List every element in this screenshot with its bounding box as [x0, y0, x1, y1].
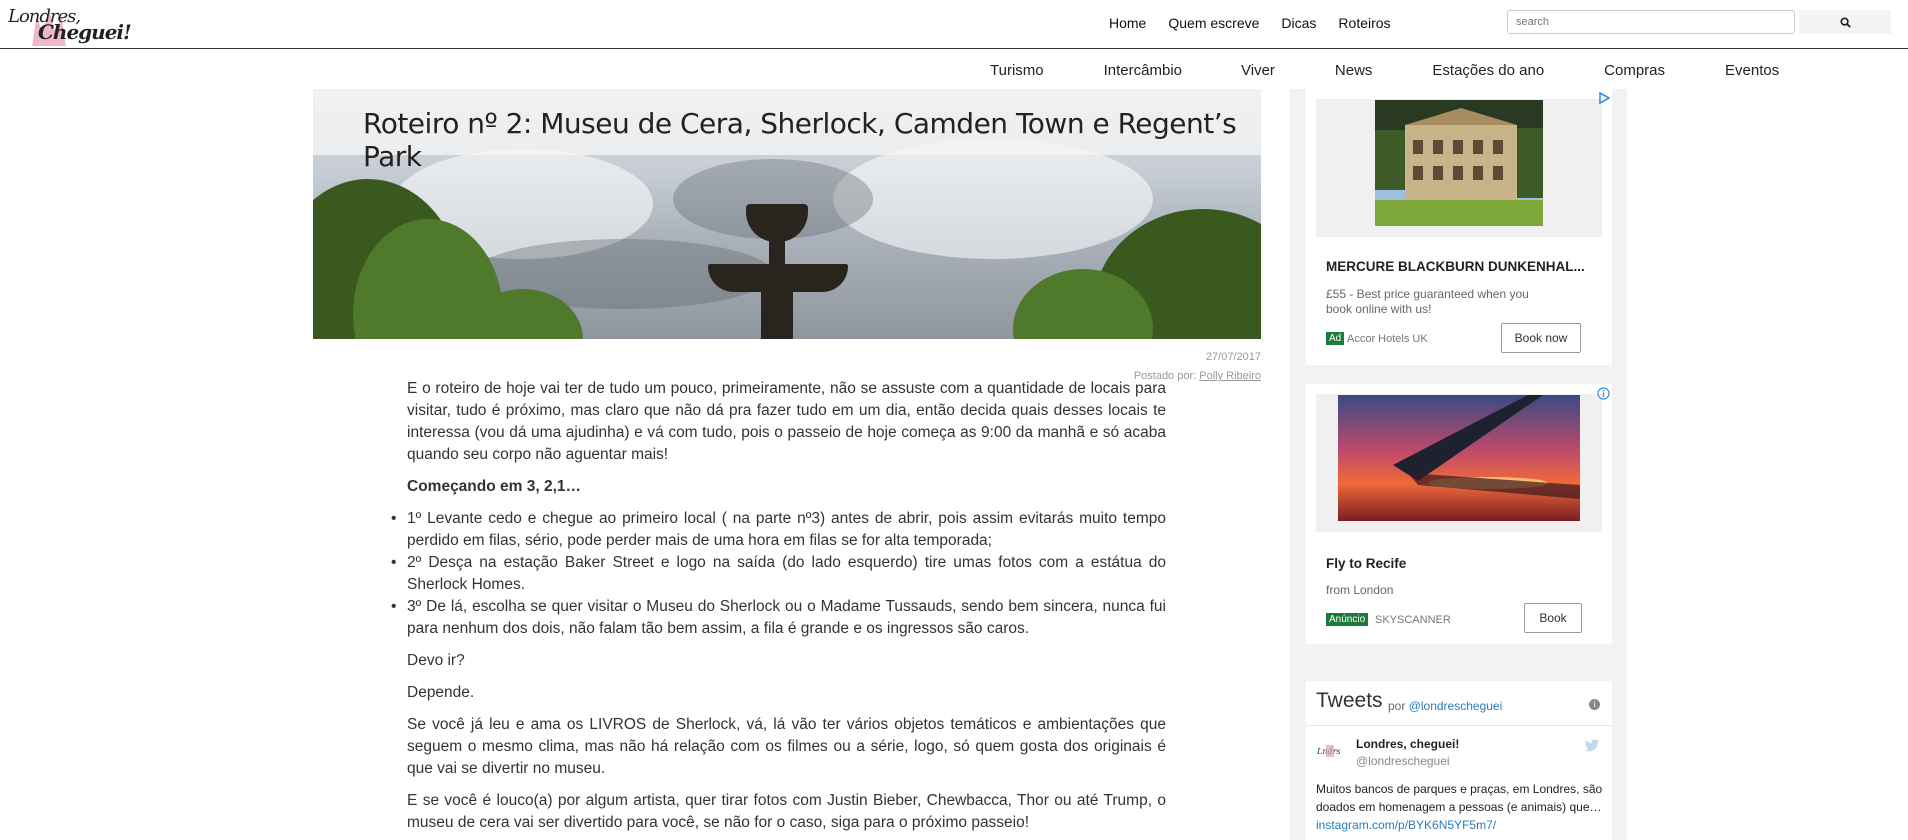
nav-home[interactable]: Home [1109, 14, 1146, 32]
ad-badge: Anúncio [1326, 613, 1369, 626]
book-button[interactable]: Book [1524, 603, 1582, 633]
answer-paragraph: Depende. [407, 684, 475, 701]
post-title: Roteiro nº 2: Museu de Cera, Sherlock, C… [363, 107, 1237, 173]
twitter-widget: Tweets por @londrescheguei i Lndrs Londr… [1306, 681, 1612, 840]
search-icon [1839, 16, 1851, 28]
site-logo[interactable]: Londres, Cheguei! [8, 4, 132, 46]
tweets-by-label: por [1388, 699, 1406, 713]
top-bar: Londres, Cheguei! Home Quem escreve Dica… [0, 0, 1908, 49]
list-item: 3º De lá, escolha se quer visitar o Muse… [391, 596, 1166, 640]
ad-title: MERCURE BLACKBURN DUNKENHAL... [1326, 259, 1585, 274]
tweets-heading: Tweets [1316, 689, 1383, 712]
post-hero-image: Roteiro nº 2: Museu de Cera, Sherlock, C… [313, 89, 1261, 339]
post-body: E o roteiro de hoje vai ter de tudo um p… [391, 378, 1166, 840]
subnav-turismo[interactable]: Turismo [990, 61, 1044, 81]
fountain-base [761, 289, 793, 339]
subnav-news[interactable]: News [1335, 61, 1373, 81]
ad-image-frame [1316, 99, 1602, 237]
subnav-viver[interactable]: Viver [1241, 61, 1275, 81]
list-item: 2º Desça na estação Baker Street e logo … [391, 552, 1166, 596]
ad-badge: Ad [1326, 332, 1345, 345]
twitter-bird-icon[interactable] [1584, 739, 1600, 753]
list-item: 1º Levante cedo e chegue ao primeiro loc… [391, 508, 1166, 552]
nav-roteiros[interactable]: Roteiros [1338, 14, 1390, 32]
nav-quem-escreve[interactable]: Quem escreve [1168, 14, 1259, 32]
info-icon[interactable]: i [1589, 699, 1600, 710]
avatar[interactable]: Lndrs [1316, 741, 1346, 761]
search-input[interactable] [1507, 10, 1795, 34]
ad-source: Accor Hotels UK [1347, 333, 1428, 345]
post-date: 27/07/2017 [1205, 351, 1261, 363]
subnav-eventos[interactable]: Eventos [1725, 61, 1779, 81]
sidebar: MERCURE BLACKBURN DUNKENHAL... £55 - Bes… [1290, 89, 1627, 840]
paragraph: E se você é louco(a) por algum artista, … [407, 792, 1166, 831]
logo-text-2: Cheguei! [38, 20, 132, 44]
intro-paragraph: E o roteiro de hoje vai ter de tudo um p… [407, 380, 1166, 463]
top-navigation: Home Quem escreve Dicas Roteiros [1109, 14, 1413, 32]
tweet-author-name[interactable]: Londres, cheguei! [1356, 737, 1459, 751]
ad-flight[interactable]: Fly to Recife from London Anúncio SKYSCA… [1306, 384, 1612, 644]
book-now-button[interactable]: Book now [1501, 323, 1581, 353]
subnav-estacoes[interactable]: Estações do ano [1432, 61, 1544, 81]
fountain-bowl-bottom [708, 264, 848, 292]
ad-hotel[interactable]: MERCURE BLACKBURN DUNKENHAL... £55 - Bes… [1306, 89, 1612, 365]
ad-description: £55 - Best price guaranteed when you boo… [1326, 287, 1529, 316]
search-button[interactable] [1799, 10, 1891, 34]
question-paragraph: Devo ir? [407, 652, 465, 669]
ad-source: SKYSCANNER [1375, 614, 1451, 626]
ad-description: from London [1326, 583, 1394, 597]
tweet-text: Muitos bancos de parques e praças, em Lo… [1316, 780, 1606, 834]
category-navigation: Turismo Intercâmbio Viver News Estações … [990, 61, 1779, 81]
subnav-compras[interactable]: Compras [1604, 61, 1665, 81]
adchoice-info-icon[interactable] [1597, 387, 1610, 400]
section-heading: Começando em 3, 2,1… [407, 478, 582, 495]
sunset-wing-photo [1338, 395, 1580, 521]
ad-title: Fly to Recife [1326, 556, 1407, 571]
twitter-handle-link[interactable]: @londrescheguei [1409, 699, 1503, 713]
ad-image-frame [1316, 394, 1602, 532]
tweet-body: Muitos bancos de parques e praças, em Lo… [1316, 782, 1603, 814]
subnav-intercambio[interactable]: Intercâmbio [1104, 61, 1182, 81]
steps-list: 1º Levante cedo e chegue ao primeiro loc… [391, 508, 1166, 640]
adchoice-play-icon[interactable] [1598, 92, 1610, 104]
tweets-by: por @londrescheguei [1388, 699, 1502, 713]
tweet-link[interactable]: instagram.com/p/BYK6N5YF5m7/ [1316, 818, 1496, 832]
hotel-photo [1375, 100, 1543, 226]
paragraph: Se você já leu e ama os LIVROS de Sherlo… [407, 716, 1166, 777]
tweet-author-handle[interactable]: @londrescheguei [1356, 754, 1450, 768]
nav-dicas[interactable]: Dicas [1281, 14, 1316, 32]
author-link[interactable]: Polly Ribeiro [1199, 370, 1261, 382]
divider [1306, 725, 1612, 726]
